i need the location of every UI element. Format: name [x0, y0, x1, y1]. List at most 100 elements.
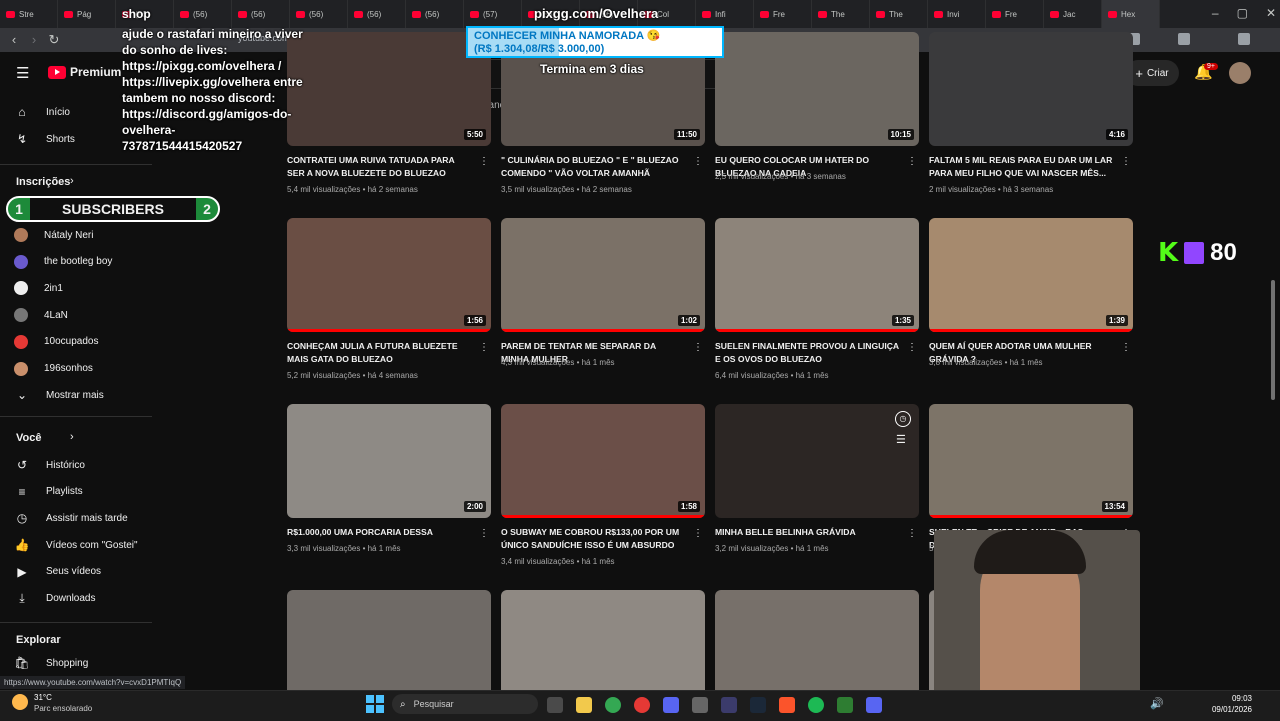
video-card[interactable]: 1:35 SUELEN FINALMENTE PROVOU A LINGUIÇA … [715, 218, 919, 380]
reload-icon[interactable]: ↻ [46, 32, 62, 48]
video-card[interactable]: 4:16 FALTAM 5 MIL REAIS PARA EU DAR UM LA… [929, 32, 1133, 194]
sidebar-item[interactable]: 👍 Vídeos com "Gostei" [14, 533, 138, 557]
watch-later-icon[interactable]: ◷ [895, 411, 911, 427]
add-to-queue-icon[interactable]: ☰ [896, 433, 906, 446]
sidebar-item[interactable]: ↯ Shorts [14, 127, 75, 151]
browser-tab[interactable]: Infi [696, 0, 754, 28]
volume-icon[interactable]: 🔊 [1150, 697, 1164, 710]
sidebar-item[interactable]: ⌄ Mostrar mais [14, 383, 104, 407]
video-thumbnail[interactable] [715, 590, 919, 704]
video-thumbnail[interactable] [501, 590, 705, 704]
app-icon[interactable] [692, 697, 708, 713]
video-card[interactable]: 2:00 R$1.000,00 UMA PORCARIA DESSA ⋮ 3,3 mi… [287, 404, 491, 553]
task-view-icon[interactable] [547, 697, 563, 713]
more-options-icon[interactable]: ⋮ [907, 342, 917, 353]
video-card[interactable]: 1:02 PAREM DE TENTAR ME SEPARAR DA MINHA … [501, 218, 705, 367]
brave-icon[interactable] [779, 697, 795, 713]
video-thumbnail[interactable]: 13:54 [929, 404, 1133, 518]
page-scrollbar[interactable] [1271, 280, 1275, 400]
app-icon[interactable] [721, 697, 737, 713]
more-options-icon[interactable]: ⋮ [1121, 342, 1131, 353]
video-title[interactable]: MINHA BELLE BELINHA GRÁVIDA [715, 526, 899, 539]
menu-icon[interactable]: ☰ [16, 64, 29, 82]
video-card[interactable]: MINHA BELLE BELINHA GRÁVIDA ⋮ 3,2 mil visu… [715, 404, 919, 553]
more-options-icon[interactable]: ⋮ [1121, 156, 1131, 167]
app-icon[interactable] [837, 697, 853, 713]
video-thumbnail[interactable]: 1:35 [715, 218, 919, 332]
video-thumbnail[interactable]: 1:56 [287, 218, 491, 332]
video-thumbnail[interactable]: 4:16 [929, 32, 1133, 146]
video-card[interactable]: 5:50 CONTRATEI UMA RUIVA TATUADA PARA SER… [287, 32, 491, 194]
video-thumbnail[interactable]: 1:58 [501, 404, 705, 518]
discord-icon[interactable] [866, 697, 882, 713]
video-card[interactable]: 13:54SUELEN TE... CRISE DE ANSIE... RAS … [929, 404, 1133, 553]
sidebar-item[interactable]: 196sonhos [14, 357, 93, 381]
close-window-icon[interactable]: ✕ [1266, 6, 1276, 20]
browser-tab[interactable]: Fre [986, 0, 1044, 28]
video-thumbnail[interactable] [715, 404, 919, 518]
taskbar-search[interactable]: ⌕ Pesquisar [392, 694, 538, 714]
steam-icon[interactable] [750, 697, 766, 713]
video-card[interactable] [715, 590, 919, 704]
youtube-logo[interactable]: Premium [48, 65, 121, 79]
video-card[interactable] [287, 590, 491, 704]
sidebar-toggle-icon[interactable] [1178, 33, 1190, 45]
browser-tab[interactable]: (56) [406, 0, 464, 28]
browser-tab[interactable]: (56) [348, 0, 406, 28]
browser-tab[interactable]: Stre [0, 0, 58, 28]
video-title[interactable]: FALTAM 5 MIL REAIS PARA EU DAR UM LAR PA… [929, 154, 1113, 180]
sidebar-item[interactable]: ⤓ Downloads [14, 587, 95, 611]
browser-tab[interactable]: Pág [58, 0, 116, 28]
sidebar-item[interactable]: 10ocupados [14, 330, 99, 354]
create-button[interactable]: + Criar [1125, 60, 1179, 86]
chrome-icon[interactable] [605, 697, 621, 713]
video-card[interactable] [501, 590, 705, 704]
back-icon[interactable]: ‹ [6, 32, 22, 48]
browser-tab[interactable]: (57) [464, 0, 522, 28]
more-options-icon[interactable]: ⋮ [907, 156, 917, 167]
more-options-icon[interactable]: ⋮ [693, 528, 703, 539]
video-title[interactable]: R$1.000,00 UMA PORCARIA DESSA [287, 526, 471, 539]
more-options-icon[interactable]: ⋮ [479, 342, 489, 353]
browser-menu-icon[interactable] [1238, 33, 1250, 45]
sidebar-item[interactable]: 🛍 Shopping [14, 651, 88, 675]
more-options-icon[interactable]: ⋮ [479, 528, 489, 539]
browser-tab[interactable]: Hex [1102, 0, 1160, 28]
video-thumbnail[interactable] [287, 590, 491, 704]
sidebar-item[interactable]: ◷ Assistir mais tarde [14, 506, 128, 530]
sidebar-item[interactable]: 4LaN [14, 303, 68, 327]
sidebar-item[interactable]: ⌂ Início [14, 100, 70, 124]
video-thumbnail[interactable]: 1:39 [929, 218, 1133, 332]
more-options-icon[interactable]: ⋮ [693, 156, 703, 167]
video-title[interactable]: CONHEÇAM JULIA A FUTURA BLUEZETE MAIS GA… [287, 340, 471, 366]
video-card[interactable]: 1:39 QUEM AÍ QUER ADOTAR UMA MULHER GRÁVI… [929, 218, 1133, 367]
clock-date[interactable]: 09/01/2026 [1206, 705, 1252, 714]
sidebar-item[interactable]: ↺ Histórico [14, 453, 85, 477]
video-card[interactable]: 1:56 CONHEÇAM JULIA A FUTURA BLUEZETE MAI… [287, 218, 491, 380]
browser-tab[interactable]: (56) [232, 0, 290, 28]
avatar[interactable] [1229, 62, 1251, 84]
browser-tab[interactable]: (56) [174, 0, 232, 28]
sidebar-item[interactable]: ▶ Seus vídeos [14, 560, 101, 584]
sidebar-item[interactable]: Nátaly Neri [14, 223, 93, 247]
file-explorer-icon[interactable] [576, 697, 592, 713]
browser-tab[interactable]: The [870, 0, 928, 28]
browser-tab[interactable]: Jac [1044, 0, 1102, 28]
video-title[interactable]: O SUBWAY ME COBROU R$133,00 POR UM ÚNICO… [501, 526, 685, 552]
more-options-icon[interactable]: ⋮ [693, 342, 703, 353]
video-title[interactable]: CONTRATEI UMA RUIVA TATUADA PARA SER A N… [287, 154, 471, 180]
video-card[interactable]: 10:15 EU QUERO COLOCAR UM HATER DO BLUEZA… [715, 32, 919, 181]
video-thumbnail[interactable]: 1:02 [501, 218, 705, 332]
opera-icon[interactable] [634, 697, 650, 713]
forward-icon[interactable]: › [26, 32, 42, 48]
video-title[interactable]: " CULINÁRIA DO BLUEZAO " E " BLUEZAO COM… [501, 154, 685, 180]
app-icon[interactable] [663, 697, 679, 713]
video-card[interactable]: 1:58 O SUBWAY ME COBROU R$133,00 POR UM Ú… [501, 404, 705, 566]
you-header[interactable]: Você [16, 432, 41, 444]
video-title[interactable]: SUELEN FINALMENTE PROVOU A LINGUIÇA E OS… [715, 340, 899, 366]
sidebar-item[interactable]: ≡ Playlists [14, 480, 82, 504]
browser-tab[interactable]: Fre [754, 0, 812, 28]
weather-desc[interactable]: Parc ensolarado [34, 704, 92, 713]
more-options-icon[interactable]: ⋮ [479, 156, 489, 167]
spotify-icon[interactable] [808, 697, 824, 713]
